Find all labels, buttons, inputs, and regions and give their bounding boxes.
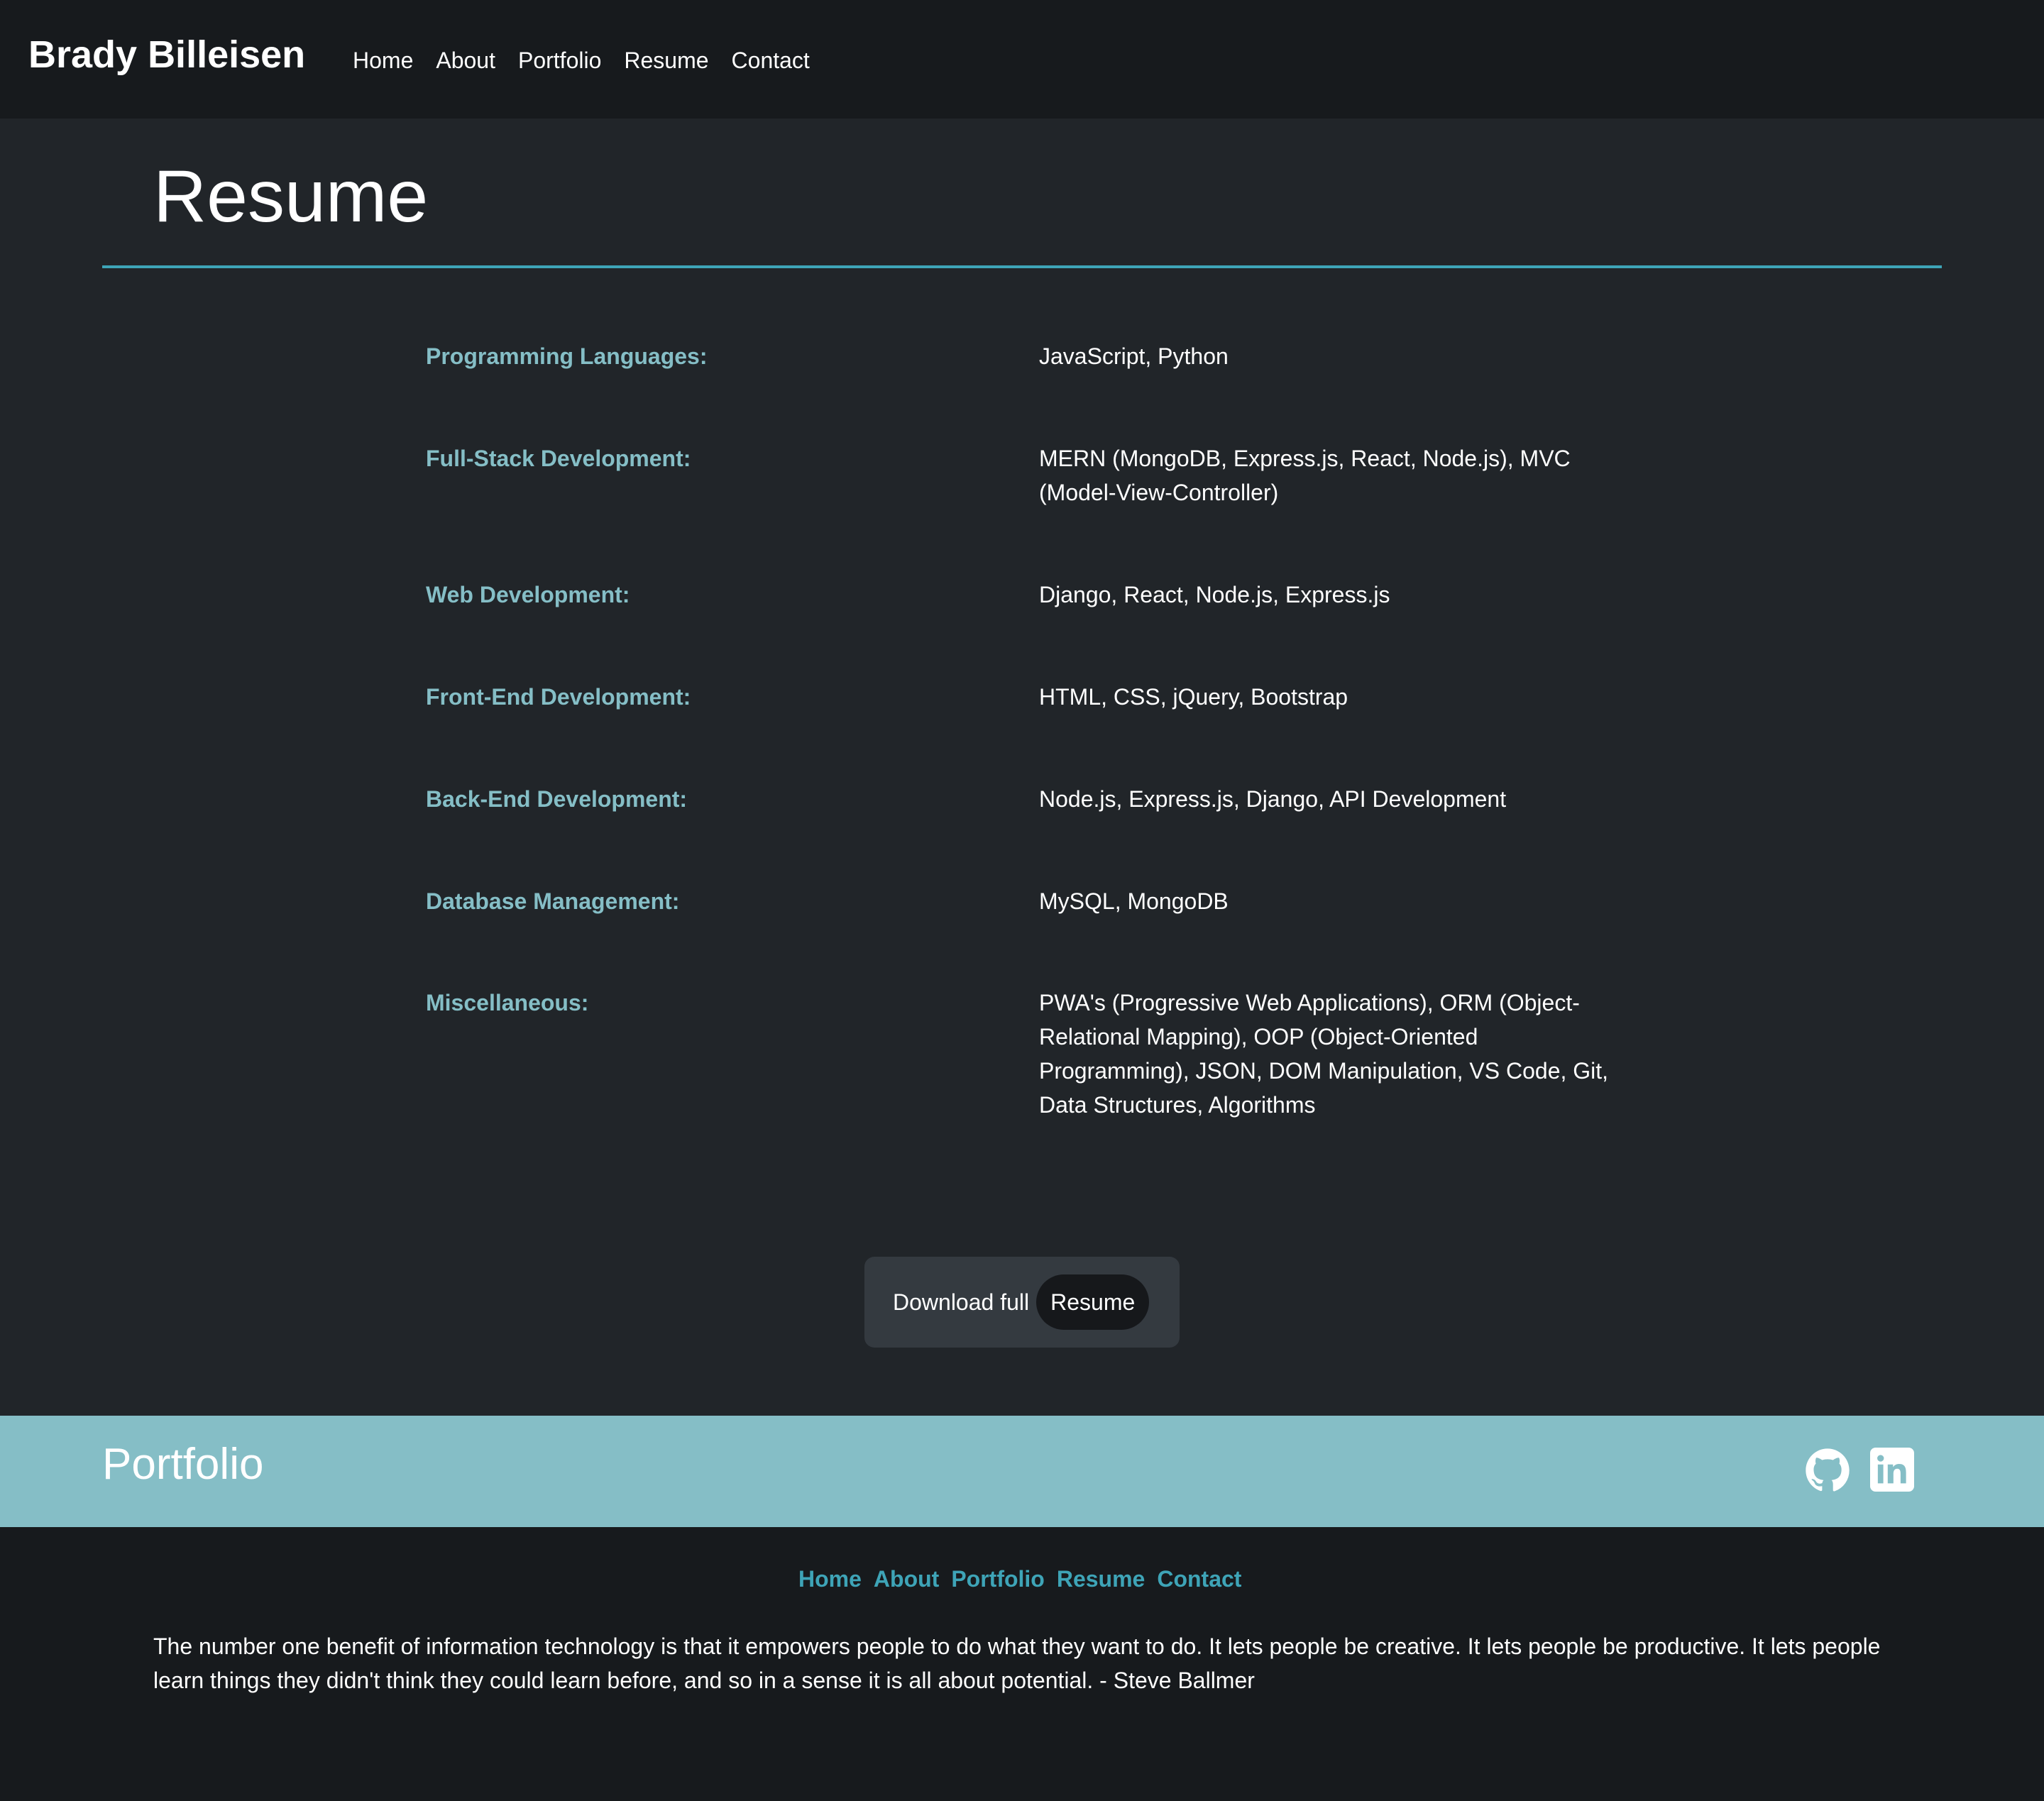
skills-list: Programming Languages: JavaScript, Pytho…	[426, 339, 1632, 1128]
brand-name[interactable]: Brady Billeisen	[28, 30, 305, 79]
footer-link-home[interactable]: Home	[798, 1563, 862, 1595]
skill-label: Full-Stack Development:	[426, 446, 691, 471]
skill-row: Web Development: Django, React, Node.js,…	[426, 578, 1632, 680]
footer-link-contact[interactable]: Contact	[1157, 1563, 1241, 1595]
footer-link-about[interactable]: About	[874, 1563, 939, 1595]
top-navbar: Brady Billeisen Home About Portfolio Res…	[0, 0, 2044, 119]
skill-value: Django, React, Node.js, Express.js	[1039, 582, 1390, 607]
skill-row: Full-Stack Development: MERN (MongoDB, E…	[426, 441, 1632, 578]
footer-nav: Home About Portfolio Resume Contact	[798, 1563, 1253, 1595]
main-nav: Home About Portfolio Resume Contact	[353, 44, 833, 77]
linkedin-icon[interactable]	[1870, 1448, 1914, 1495]
skill-value: MERN (MongoDB, Express.js, React, Node.j…	[1039, 446, 1571, 505]
footer-link-resume[interactable]: Resume	[1057, 1563, 1145, 1595]
skill-row: Database Management: MySQL, MongoDB	[426, 884, 1632, 986]
skill-label: Database Management:	[426, 888, 680, 914]
skill-value: PWA's (Progressive Web Applications), OR…	[1039, 990, 1609, 1118]
footer-quote: The number one benefit of information te…	[153, 1634, 1881, 1693]
nav-link-home[interactable]: Home	[353, 44, 413, 77]
nav-link-portfolio[interactable]: Portfolio	[518, 44, 601, 77]
download-text: Download full	[893, 1289, 1030, 1315]
skill-label: Web Development:	[426, 582, 630, 607]
github-icon[interactable]	[1805, 1448, 1850, 1497]
skill-row: Miscellaneous: PWA's (Progressive Web Ap…	[426, 986, 1632, 1128]
footer-title: Portfolio	[102, 1440, 264, 1489]
skill-label: Back-End Development:	[426, 786, 688, 812]
footer-band: Portfolio	[0, 1416, 2044, 1527]
title-divider	[102, 265, 1942, 268]
footer: Home About Portfolio Resume Contact The …	[0, 1527, 2044, 1801]
skill-label: Front-End Development:	[426, 684, 691, 710]
download-resume-box: Download full Resume	[864, 1257, 1180, 1348]
nav-link-contact[interactable]: Contact	[732, 44, 810, 77]
skill-row: Back-End Development: Node.js, Express.j…	[426, 782, 1632, 884]
skill-row: Programming Languages: JavaScript, Pytho…	[426, 339, 1632, 441]
skill-row: Front-End Development: HTML, CSS, jQuery…	[426, 680, 1632, 782]
nav-link-about[interactable]: About	[436, 44, 495, 77]
skill-value: Node.js, Express.js, Django, API Develop…	[1039, 786, 1507, 812]
page-title: Resume	[153, 155, 429, 238]
skill-value: MySQL, MongoDB	[1039, 888, 1229, 914]
nav-link-resume[interactable]: Resume	[624, 44, 708, 77]
footer-link-portfolio[interactable]: Portfolio	[951, 1563, 1045, 1595]
skill-label: Miscellaneous:	[426, 990, 589, 1015]
download-resume-button[interactable]: Resume	[1036, 1274, 1150, 1330]
skill-value: HTML, CSS, jQuery, Bootstrap	[1039, 684, 1348, 710]
skill-value: JavaScript, Python	[1039, 343, 1229, 369]
skill-label: Programming Languages:	[426, 343, 708, 369]
